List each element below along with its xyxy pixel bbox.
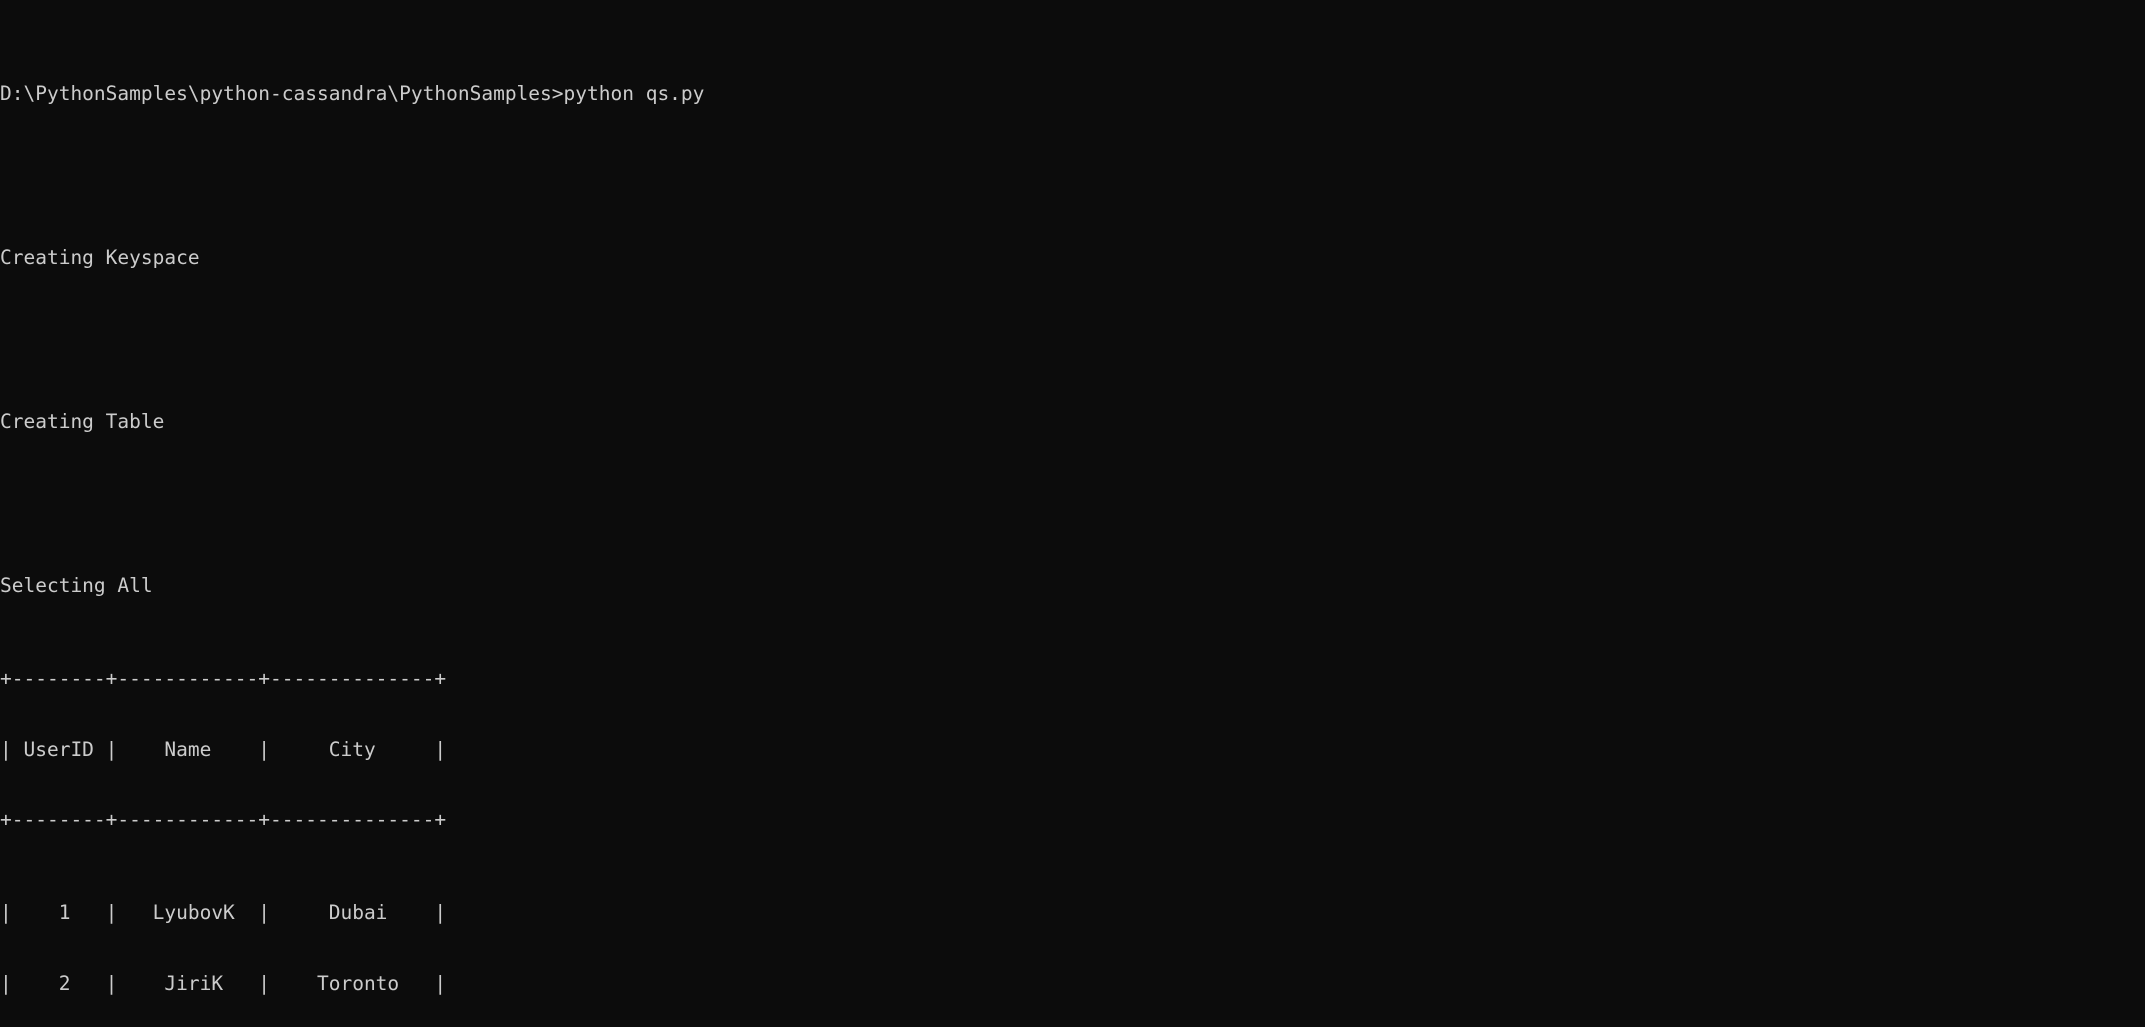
table-row: | 2 | JiriK | Toronto |: [0, 971, 447, 995]
table-all-header-separator: +--------+------------+--------------+: [0, 807, 447, 831]
table-row: | 1 | LyubovK | Dubai |: [0, 901, 447, 925]
terminal-output-pane[interactable]: D:\PythonSamples\python-cassandra\Python…: [0, 0, 2145, 1027]
status-selecting-all: Selecting All: [0, 573, 153, 597]
status-creating-keyspace: Creating Keyspace: [0, 246, 200, 270]
prompt-command-line: D:\PythonSamples\python-cassandra\Python…: [0, 82, 705, 106]
status-creating-table: Creating Table: [0, 409, 165, 433]
table-all-header-row: | UserID | Name | City |: [0, 737, 447, 761]
table-all-top-border: +--------+------------+--------------+: [0, 667, 447, 691]
